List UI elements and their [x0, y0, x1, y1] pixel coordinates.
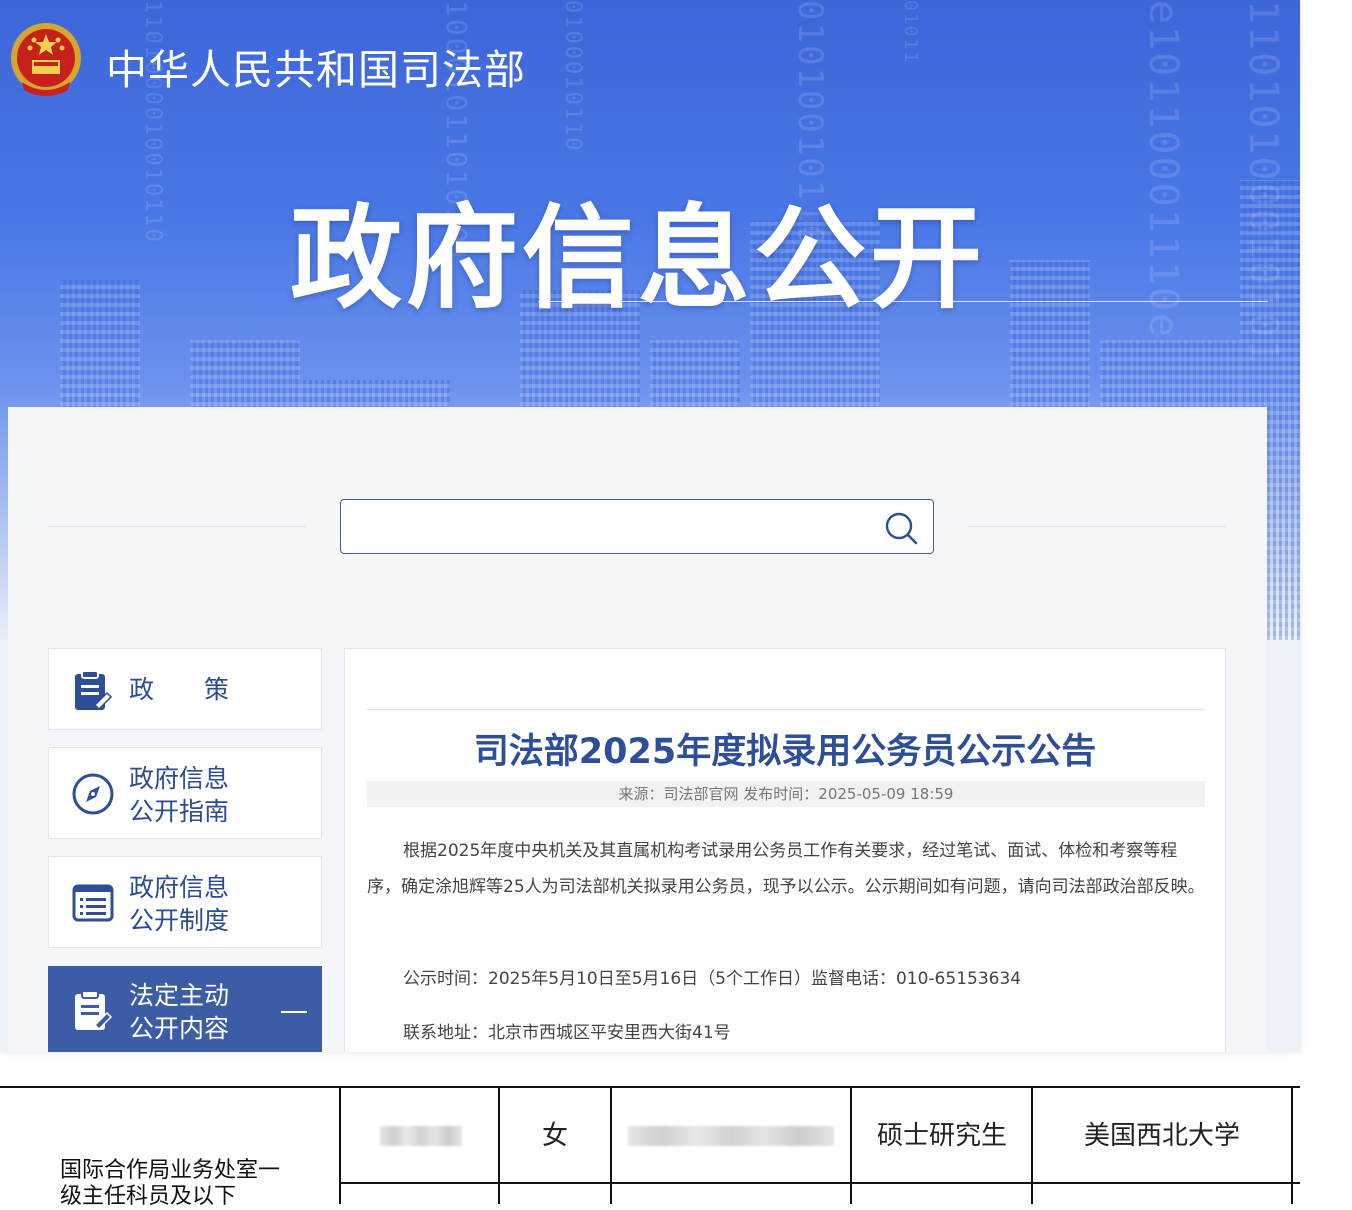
sidebar-item-label-line2: 公开内容: [129, 1014, 230, 1043]
table-cell-school: 美国西北大学: [1083, 1121, 1240, 1151]
sidebar-item-label-line2: 公开指南: [129, 797, 230, 826]
divider-left: [48, 526, 306, 527]
banner-title: 政府信息公开: [290, 194, 986, 324]
table-col-divider: [339, 1086, 341, 1204]
table-cell-education: 硕士研究生: [876, 1121, 1007, 1151]
redacted-name: [380, 1126, 462, 1146]
list-document-icon: [72, 884, 114, 922]
title-underline: [538, 301, 1268, 302]
national-emblem-icon: [11, 23, 81, 96]
document-edit-icon: [75, 670, 113, 711]
article-paragraph: 联系地址：北京市西城区平安里西大街41号: [403, 1023, 731, 1043]
table-cell-gender: 女: [541, 1121, 568, 1151]
table-cell-department: 国际合作局业务处室一级主任科员及以下: [60, 1158, 281, 1209]
sidebar-item-label: 法定主动: [129, 981, 230, 1010]
article-paragraph: 根据2025年度中央机关及其直属机构考试录用公务员工作有关要求，经过笔试、面试、…: [367, 841, 1205, 897]
article-title: 司法部2025年度拟录用公务员公示公告: [473, 732, 1097, 772]
ministry-name[interactable]: 中华人民共和国司法部: [106, 36, 526, 96]
sidebar-item-disclosure-system[interactable]: 政府信息 公开制度: [48, 856, 322, 948]
search-input[interactable]: [351, 508, 875, 546]
compass-icon: [72, 773, 114, 815]
site-screenshot: 1101000010010110 10001011010101 01000101…: [0, 0, 1300, 1052]
article-divider: [367, 709, 1205, 710]
article-panel: 司法部2025年度拟录用公务员公示公告 来源：司法部官网 发布时间：2025-0…: [344, 648, 1226, 1052]
sidebar-item-statutory-content[interactable]: 法定主动 公开内容: [48, 966, 322, 1052]
sidebar-item-label-line2: 公开制度: [129, 906, 230, 935]
sidebar-item-label: 政府信息: [129, 764, 230, 793]
table-col-divider: [610, 1086, 612, 1204]
sidebar-item-label: 政 策: [129, 675, 230, 704]
table-col-divider: [1291, 1086, 1293, 1204]
article-meta: 来源：司法部官网 发布时间：2025-05-09 18:59: [367, 781, 1205, 807]
search-box: [340, 499, 934, 554]
search-icon[interactable]: [883, 510, 919, 546]
document-edit-icon: [75, 990, 113, 1031]
article-paragraph: 公示时间：2025年5月10日至5月16日（5个工作日）监督电话：010-651…: [403, 969, 1022, 989]
table-border-top: [0, 1086, 1300, 1088]
sidebar-item-label: 政府信息: [129, 873, 230, 902]
sidebar-item-policy[interactable]: 政 策: [48, 648, 322, 730]
redacted-id: [628, 1126, 834, 1146]
sidebar-item-disclosure-guide[interactable]: 政府信息 公开指南: [48, 747, 322, 839]
divider-right: [968, 526, 1226, 527]
table-row-divider: [340, 1182, 1300, 1184]
collapse-icon[interactable]: [281, 1011, 307, 1013]
